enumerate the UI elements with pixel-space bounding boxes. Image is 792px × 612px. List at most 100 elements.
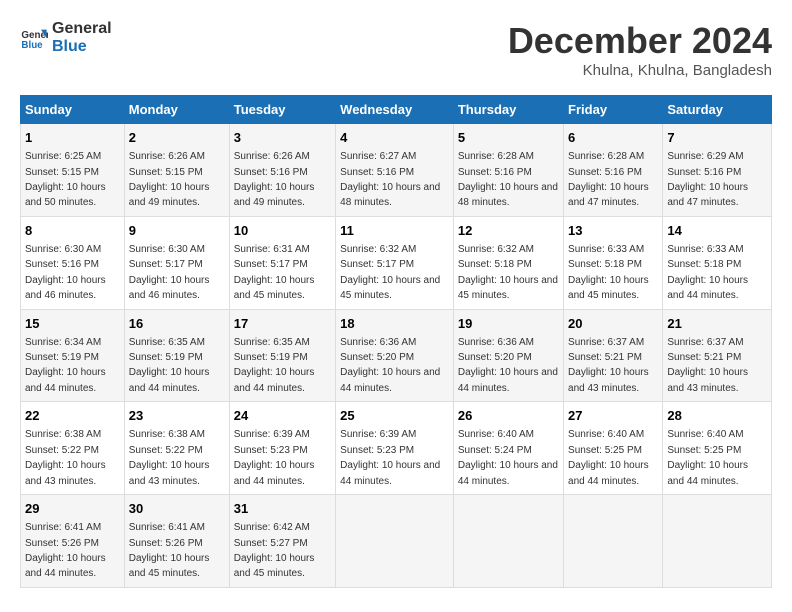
calendar-week-1: 1Sunrise: 6:25 AMSunset: 5:15 PMDaylight… (21, 124, 772, 217)
day-number: 26 (458, 407, 559, 425)
day-info: Sunrise: 6:27 AMSunset: 5:16 PMDaylight:… (340, 151, 440, 208)
calendar-cell: 11Sunrise: 6:32 AMSunset: 5:17 PMDayligh… (336, 216, 454, 309)
day-info: Sunrise: 6:32 AMSunset: 5:18 PMDaylight:… (458, 244, 558, 301)
header-wednesday: Wednesday (336, 96, 454, 124)
day-number: 25 (340, 407, 449, 425)
calendar-cell: 2Sunrise: 6:26 AMSunset: 5:15 PMDaylight… (124, 124, 229, 217)
day-number: 14 (667, 222, 767, 240)
calendar-cell: 30Sunrise: 6:41 AMSunset: 5:26 PMDayligh… (124, 495, 229, 588)
day-number: 2 (129, 129, 225, 147)
day-info: Sunrise: 6:33 AMSunset: 5:18 PMDaylight:… (667, 244, 748, 301)
day-number: 7 (667, 129, 767, 147)
calendar-cell: 6 Sunrise: 6:28 AMSunset: 5:16 PMDaylight… (564, 124, 663, 217)
calendar-cell (336, 495, 454, 588)
calendar-cell: 8Sunrise: 6:30 AMSunset: 5:16 PMDaylight… (21, 216, 125, 309)
day-number: 16 (129, 315, 225, 333)
calendar-week-3: 15 Sunrise: 6:34 AMSunset: 5:19 PMDayligh… (21, 309, 772, 402)
calendar-week-4: 22 Sunrise: 6:38 AMSunset: 5:22 PMDayligh… (21, 402, 772, 495)
calendar-week-5: 29 Sunrise: 6:41 AMSunset: 5:26 PMDayligh… (21, 495, 772, 588)
day-info: Sunrise: 6:36 AMSunset: 5:20 PMDaylight:… (340, 337, 440, 394)
day-info: Sunrise: 6:25 AMSunset: 5:15 PMDaylight:… (25, 151, 106, 208)
day-number: 27 (568, 407, 658, 425)
calendar-cell: 10 Sunrise: 6:31 AMSunset: 5:17 PMDayligh… (229, 216, 335, 309)
day-number: 5 (458, 129, 559, 147)
calendar-week-2: 8Sunrise: 6:30 AMSunset: 5:16 PMDaylight… (21, 216, 772, 309)
day-info: Sunrise: 6:42 AMSunset: 5:27 PMDaylight:… (234, 522, 315, 579)
day-number: 24 (234, 407, 331, 425)
day-number: 22 (25, 407, 120, 425)
svg-text:Blue: Blue (21, 40, 43, 51)
calendar-cell (453, 495, 563, 588)
day-info: Sunrise: 6:30 AMSunset: 5:16 PMDaylight:… (25, 244, 106, 301)
calendar-cell: 4 Sunrise: 6:27 AMSunset: 5:16 PMDaylight… (336, 124, 454, 217)
day-number: 29 (25, 500, 120, 518)
calendar-cell: 23 Sunrise: 6:38 AMSunset: 5:22 PMDayligh… (124, 402, 229, 495)
header-monday: Monday (124, 96, 229, 124)
day-info: Sunrise: 6:40 AMSunset: 5:25 PMDaylight:… (667, 429, 748, 486)
day-info: Sunrise: 6:34 AMSunset: 5:19 PMDaylight:… (25, 337, 106, 394)
calendar-cell: 20Sunrise: 6:37 AMSunset: 5:21 PMDayligh… (564, 309, 663, 402)
day-number: 10 (234, 222, 331, 240)
calendar-cell: 14 Sunrise: 6:33 AMSunset: 5:18 PMDayligh… (663, 216, 772, 309)
header-saturday: Saturday (663, 96, 772, 124)
calendar-cell: 12 Sunrise: 6:32 AMSunset: 5:18 PMDayligh… (453, 216, 563, 309)
calendar-cell: 27Sunrise: 6:40 AMSunset: 5:25 PMDayligh… (564, 402, 663, 495)
calendar-cell: 3Sunrise: 6:26 AMSunset: 5:16 PMDaylight… (229, 124, 335, 217)
title-block: December 2024 Khulna, Khulna, Bangladesh (508, 20, 772, 79)
day-info: Sunrise: 6:38 AMSunset: 5:22 PMDaylight:… (129, 429, 210, 486)
day-info: Sunrise: 6:35 AMSunset: 5:19 PMDaylight:… (129, 337, 210, 394)
calendar-cell: 31 Sunrise: 6:42 AMSunset: 5:27 PMDayligh… (229, 495, 335, 588)
calendar-header-row: SundayMondayTuesdayWednesdayThursdayFrid… (21, 96, 772, 124)
day-number: 21 (667, 315, 767, 333)
day-info: Sunrise: 6:28 AMSunset: 5:16 PMDaylight:… (568, 151, 649, 208)
day-info: Sunrise: 6:40 AMSunset: 5:24 PMDaylight:… (458, 429, 558, 486)
day-info: Sunrise: 6:31 AMSunset: 5:17 PMDaylight:… (234, 244, 315, 301)
calendar-cell: 16 Sunrise: 6:35 AMSunset: 5:19 PMDayligh… (124, 309, 229, 402)
day-number: 6 (568, 129, 658, 147)
day-number: 4 (340, 129, 449, 147)
day-number: 9 (129, 222, 225, 240)
calendar-cell: 29 Sunrise: 6:41 AMSunset: 5:26 PMDayligh… (21, 495, 125, 588)
calendar-cell: 18 Sunrise: 6:36 AMSunset: 5:20 PMDayligh… (336, 309, 454, 402)
calendar-cell: 28 Sunrise: 6:40 AMSunset: 5:25 PMDayligh… (663, 402, 772, 495)
calendar-cell (564, 495, 663, 588)
day-number: 15 (25, 315, 120, 333)
calendar-cell: 15 Sunrise: 6:34 AMSunset: 5:19 PMDayligh… (21, 309, 125, 402)
day-info: Sunrise: 6:39 AMSunset: 5:23 PMDaylight:… (234, 429, 315, 486)
day-info: Sunrise: 6:38 AMSunset: 5:22 PMDaylight:… (25, 429, 106, 486)
calendar-cell: 1Sunrise: 6:25 AMSunset: 5:15 PMDaylight… (21, 124, 125, 217)
logo: General Blue General Blue (20, 20, 112, 56)
day-info: Sunrise: 6:28 AMSunset: 5:16 PMDaylight:… (458, 151, 558, 208)
day-info: Sunrise: 6:41 AMSunset: 5:26 PMDaylight:… (25, 522, 106, 579)
calendar-cell: 5 Sunrise: 6:28 AMSunset: 5:16 PMDaylight… (453, 124, 563, 217)
day-number: 12 (458, 222, 559, 240)
calendar-table: SundayMondayTuesdayWednesdayThursdayFrid… (20, 95, 772, 588)
day-number: 18 (340, 315, 449, 333)
calendar-cell (663, 495, 772, 588)
logo-text-general: General (52, 20, 112, 38)
calendar-cell: 7Sunrise: 6:29 AMSunset: 5:16 PMDaylight… (663, 124, 772, 217)
day-number: 23 (129, 407, 225, 425)
location: Khulna, Khulna, Bangladesh (508, 62, 772, 79)
day-number: 19 (458, 315, 559, 333)
page-header: General Blue General Blue December 2024 … (20, 20, 772, 79)
day-number: 3 (234, 129, 331, 147)
header-friday: Friday (564, 96, 663, 124)
calendar-cell: 9 Sunrise: 6:30 AMSunset: 5:17 PMDaylight… (124, 216, 229, 309)
day-info: Sunrise: 6:39 AMSunset: 5:23 PMDaylight:… (340, 429, 440, 486)
calendar-cell: 19 Sunrise: 6:36 AMSunset: 5:20 PMDayligh… (453, 309, 563, 402)
logo-icon: General Blue (20, 24, 48, 52)
day-info: Sunrise: 6:37 AMSunset: 5:21 PMDaylight:… (667, 337, 748, 394)
day-info: Sunrise: 6:37 AMSunset: 5:21 PMDaylight:… (568, 337, 649, 394)
header-thursday: Thursday (453, 96, 563, 124)
day-number: 28 (667, 407, 767, 425)
day-number: 17 (234, 315, 331, 333)
calendar-cell: 13Sunrise: 6:33 AMSunset: 5:18 PMDayligh… (564, 216, 663, 309)
calendar-cell: 17Sunrise: 6:35 AMSunset: 5:19 PMDayligh… (229, 309, 335, 402)
day-number: 31 (234, 500, 331, 518)
day-info: Sunrise: 6:32 AMSunset: 5:17 PMDaylight:… (340, 244, 440, 301)
day-info: Sunrise: 6:30 AMSunset: 5:17 PMDaylight:… (129, 244, 210, 301)
day-info: Sunrise: 6:36 AMSunset: 5:20 PMDaylight:… (458, 337, 558, 394)
header-tuesday: Tuesday (229, 96, 335, 124)
calendar-cell: 25 Sunrise: 6:39 AMSunset: 5:23 PMDayligh… (336, 402, 454, 495)
